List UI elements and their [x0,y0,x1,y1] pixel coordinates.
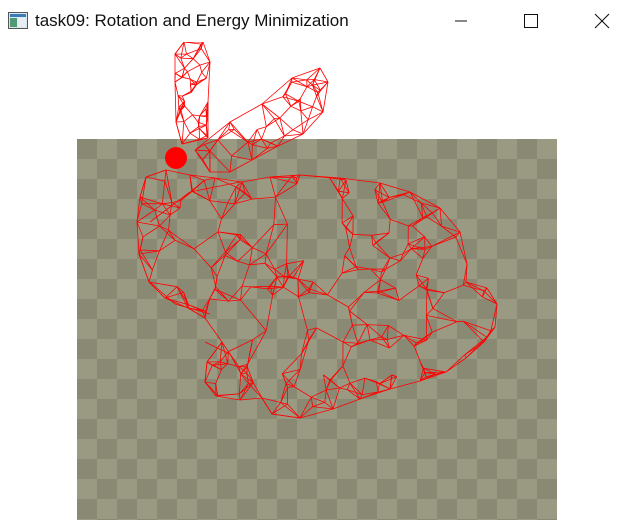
minimize-button[interactable] [438,0,484,42]
handle-point[interactable] [165,147,187,169]
app-window: task09: Rotation and Energy Minimization [0,0,637,520]
scene-canvas[interactable] [0,42,637,520]
minimize-icon [455,20,467,22]
window-title: task09: Rotation and Energy Minimization [35,11,349,30]
app-window-icon [8,12,28,29]
checkerboard-background [77,139,557,520]
opengl-viewport[interactable] [0,42,637,520]
close-button[interactable] [579,0,625,42]
maximize-button[interactable] [508,0,554,42]
close-icon [594,13,610,29]
title-bar[interactable]: task09: Rotation and Energy Minimization [0,0,637,42]
maximize-icon [524,14,538,28]
